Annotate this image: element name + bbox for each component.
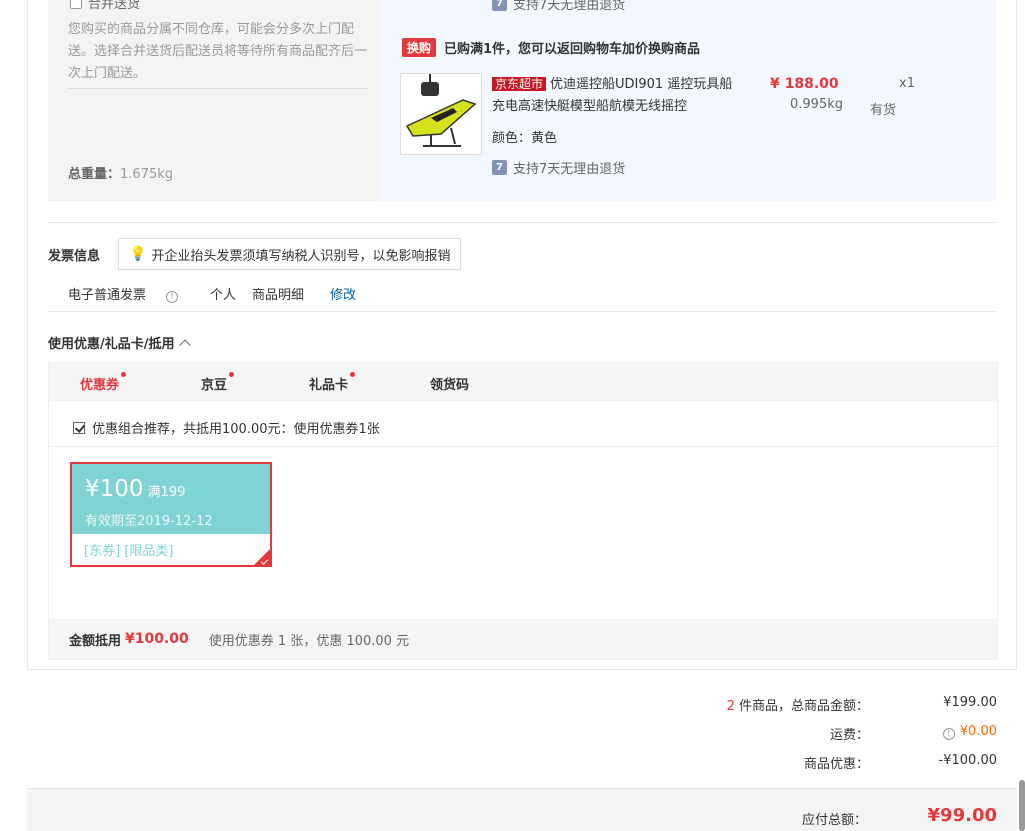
- total-weight-value: 1.675kg: [120, 167, 174, 182]
- merge-delivery-label: 合并送货: [88, 0, 141, 12]
- invoice-details: 电子普通发票! 个人 商品明细 修改: [68, 284, 372, 303]
- total-weight: 总重量：1.675kg: [68, 163, 173, 182]
- info-icon[interactable]: !: [166, 291, 179, 303]
- invoice-tip: 💡 开企业抬头发票须填写纳税人识别号，以免影响报销: [118, 238, 462, 270]
- product-stock: 有货: [870, 103, 897, 118]
- coupon-tabs: 优惠券 京豆 礼品卡 领货码: [49, 363, 997, 401]
- jd-supermarket-tag: 京东超市: [492, 77, 547, 91]
- tab-jd-beans[interactable]: 京豆: [201, 372, 235, 393]
- merge-delivery-option[interactable]: 合并送货: [70, 0, 140, 12]
- bulb-icon: 💡: [129, 246, 147, 262]
- combo-checkbox[interactable]: [73, 421, 85, 434]
- tab-jd-beans-label: 京豆: [201, 378, 228, 393]
- rc-boat-product-image[interactable]: [400, 73, 482, 155]
- tab-coupons[interactable]: 优惠券: [80, 372, 127, 393]
- new-dot-icon: [350, 372, 356, 377]
- coupon-section-toggle[interactable]: 使用优惠/礼品卡/抵用: [48, 333, 191, 352]
- total-weight-label: 总重量：: [68, 167, 121, 182]
- product-color: 颜色：黄色: [492, 127, 557, 146]
- shipping-label: 运费：: [829, 728, 869, 743]
- coupon-summary-amount: ¥100.00: [125, 631, 189, 647]
- coupon-section-title: 使用优惠/礼品卡/抵用: [48, 337, 175, 352]
- invoice-title: 发票信息: [48, 249, 101, 264]
- return-7day-icon: 7: [492, 0, 507, 11]
- return-policy-top: 7 支持7天无理由退货: [492, 0, 625, 13]
- coupon-card[interactable]: ¥100 满199 有效期至2019-12-12 [东券] [限品类]: [70, 462, 272, 567]
- payable-label: 应付总额：: [801, 813, 867, 828]
- coupon-summary: 金额抵用 ¥100.00 使用优惠券 1 张，优惠 100.00 元: [49, 619, 997, 659]
- coupon-tags: [东券] [限品类]: [84, 544, 174, 559]
- item-count-suffix: 件商品，总商品金额：: [734, 699, 869, 714]
- divider: [68, 88, 368, 89]
- return-policy-product: 7 支持7天无理由退货: [492, 158, 625, 177]
- chevron-up-icon: [178, 338, 191, 351]
- tab-gift-card-label: 礼品卡: [309, 378, 349, 393]
- shipping-value: ¥0.00: [959, 724, 997, 739]
- product-weight: 0.995kg: [790, 97, 843, 112]
- product-quantity: x1: [899, 76, 915, 91]
- coupon-threshold: 满199: [147, 485, 186, 500]
- tab-coupons-label: 优惠券: [80, 378, 120, 393]
- invoice-modify-link[interactable]: 修改: [330, 284, 356, 303]
- divider: [49, 446, 997, 447]
- coupon-panel: 优惠券 京豆 礼品卡 领货码 优惠组合推荐，共抵用100.00元：使用优惠券1张…: [48, 362, 998, 660]
- coupon-combo-recommend[interactable]: 优惠组合推荐，共抵用100.00元：使用优惠券1张: [73, 418, 380, 437]
- scrollbar-thumb[interactable]: [1019, 780, 1025, 831]
- product-color-value: 黄色: [531, 131, 558, 146]
- coupon-expiry: 有效期至2019-12-12: [85, 514, 213, 529]
- coupon-card-top: ¥100 满199 有效期至2019-12-12: [72, 464, 270, 534]
- coupon-amount-value: ¥100: [85, 476, 144, 502]
- invoice-holder: 个人: [210, 288, 237, 303]
- swap-promo-text: 已购满1件，您可以返回购物车加价换购商品: [444, 42, 701, 57]
- delivery-options-panel: 合并送货 您购买的商品分属不同仓库，可能会分多次上门配送。选择合并送货后配送员将…: [48, 0, 380, 201]
- payable-bar: 应付总额： ¥99.00: [27, 788, 1017, 831]
- summary-total-label: 2 件商品，总商品金额：: [727, 695, 869, 714]
- item-count: 2: [726, 699, 735, 714]
- coupon-summary-desc: 使用优惠券 1 张，优惠 100.00 元: [208, 633, 410, 649]
- invoice-type-text: 电子普通发票: [68, 288, 147, 303]
- return-policy-text: 支持7天无理由退货: [513, 0, 626, 13]
- new-dot-icon: [121, 372, 127, 377]
- shipping-info-icon[interactable]: !: [942, 728, 955, 740]
- tab-pickup-code[interactable]: 领货码: [430, 374, 469, 393]
- summary-total-row: 2 件商品，总商品金额： ¥199.00: [0, 695, 1025, 714]
- section-divider: [48, 311, 996, 312]
- payable-value: ¥99.00: [927, 805, 997, 826]
- merge-delivery-checkbox[interactable]: [70, 0, 82, 9]
- product-title[interactable]: 京东超市 优迪遥控船UDI901 遥控玩具船充电高速快艇模型船航模无线摇控: [492, 73, 737, 118]
- coupon-summary-label: 金额抵用: [69, 633, 122, 649]
- product-price: ¥ 188.00: [770, 76, 839, 92]
- shipping-value-wrap: ! ¥0.00: [942, 724, 997, 740]
- discount-value: -¥100.00: [938, 753, 997, 768]
- product-panel: 7 支持7天无理由退货 换购 已购满1件，您可以返回购物车加价换购商品 京东超市…: [380, 0, 996, 201]
- combo-text: 优惠组合推荐，共抵用100.00元：使用优惠券1张: [92, 422, 380, 437]
- return-policy-text: 支持7天无理由退货: [513, 162, 626, 177]
- section-divider: [48, 222, 996, 223]
- coupon-amount: ¥100 满199: [85, 474, 257, 508]
- summary-discount-row: 商品优惠： -¥100.00: [0, 753, 1025, 772]
- invoice-type: 电子普通发票!: [68, 284, 194, 303]
- tab-pickup-code-label: 领货码: [430, 378, 470, 393]
- invoice-tip-text: 开企业抬头发票须填写纳税人识别号，以免影响报销: [151, 248, 451, 264]
- merge-delivery-description: 您购买的商品分属不同仓库，可能会分多次上门配送。选择合并送货后配送员将等待所有商…: [68, 22, 368, 81]
- swap-promo-row: 换购 已购满1件，您可以返回购物车加价换购商品: [402, 38, 700, 57]
- new-dot-icon: [229, 372, 235, 377]
- discount-label: 商品优惠：: [803, 757, 869, 772]
- summary-total-value: ¥199.00: [943, 695, 997, 710]
- invoice-content: 商品明细: [252, 288, 305, 303]
- product-color-label: 颜色：: [492, 131, 532, 146]
- return-7day-icon: 7: [492, 160, 507, 175]
- tab-gift-card[interactable]: 礼品卡: [309, 372, 356, 393]
- swap-tag: 换购: [402, 38, 437, 57]
- summary-shipping-row: 运费： ! ¥0.00: [0, 724, 1025, 743]
